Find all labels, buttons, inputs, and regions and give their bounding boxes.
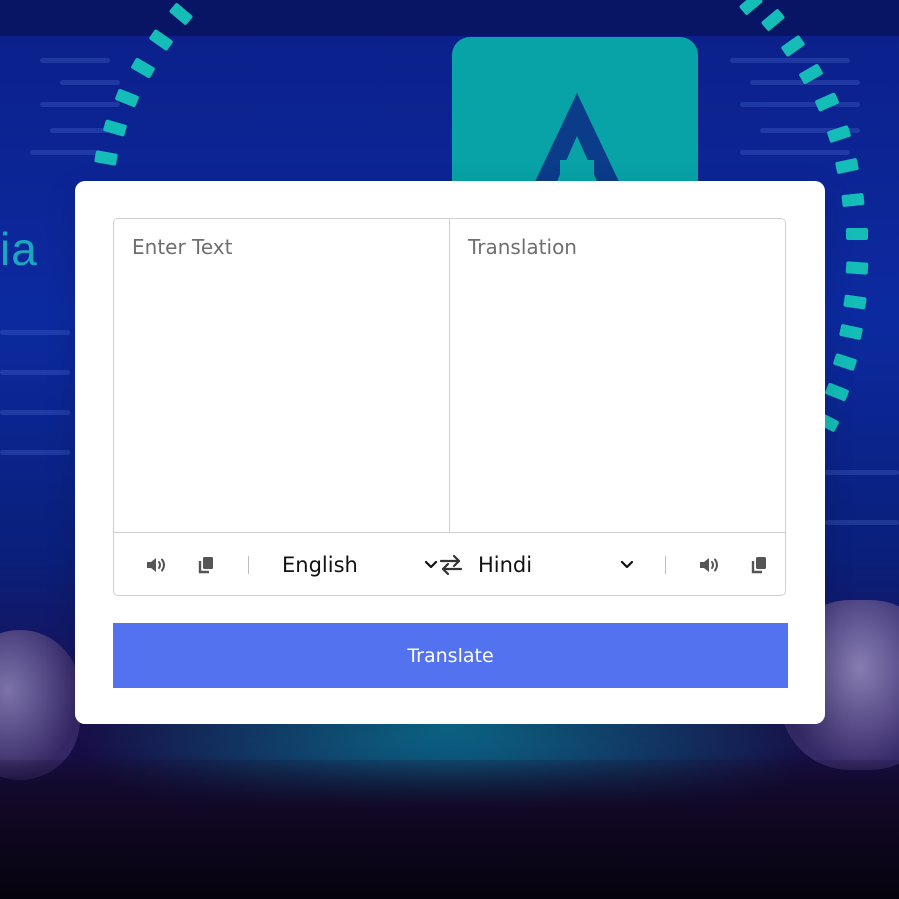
background-dash [841,192,865,208]
background-line [50,128,110,133]
background-line [40,102,120,107]
to-language-select[interactable]: Hindi [478,545,638,585]
background-line [30,150,100,155]
to-speak-button[interactable] [695,533,725,595]
background-dash [102,119,128,137]
background-dash [834,157,860,175]
from-language-select[interactable]: English [282,545,440,585]
to-language-label: Hindi [478,553,533,577]
controls-bar: English Hindi [114,533,785,595]
copy-icon [198,556,213,573]
copy-icon [751,556,766,573]
background-line [40,58,110,63]
background-dash [845,261,869,275]
background-dash [843,294,867,310]
from-speak-button[interactable] [142,533,172,595]
translator-panel: English Hindi [113,218,786,596]
background-line [0,410,70,415]
background-line [0,370,70,375]
background-dash [838,323,864,341]
separator [248,556,249,574]
exchange-arrows-icon [439,554,463,575]
background-hand-left [0,630,80,780]
translate-button[interactable]: Translate [113,623,788,688]
background-dash [780,34,806,58]
background-dash [814,92,840,112]
chevron-down-icon [424,560,438,569]
translator-card: English Hindi [75,181,825,724]
background-line [740,150,850,155]
to-copy-button[interactable] [744,533,774,595]
background-line [740,102,860,107]
background-dash [832,352,858,372]
background-line [730,58,850,63]
volume-icon [700,557,718,572]
background-dash [94,150,118,166]
exchange-languages-button[interactable] [438,533,464,595]
background-line [0,450,70,455]
background-line [825,520,899,525]
from-language-label: English [282,553,358,577]
background-line [0,330,70,335]
background-brand-text: ia [0,223,38,275]
separator [665,556,666,574]
translation-output[interactable] [449,219,785,532]
background-line [825,470,899,475]
text-areas [114,219,785,533]
background-dash [846,228,868,240]
chevron-down-icon [620,560,634,569]
background-letter-a-icon [532,93,622,188]
background-dash [824,382,850,402]
from-copy-button[interactable] [191,533,221,595]
volume-icon [147,557,165,572]
background-dash [130,57,156,79]
background-phone [0,760,899,899]
source-text-input[interactable] [114,219,449,532]
background-line [60,80,120,85]
